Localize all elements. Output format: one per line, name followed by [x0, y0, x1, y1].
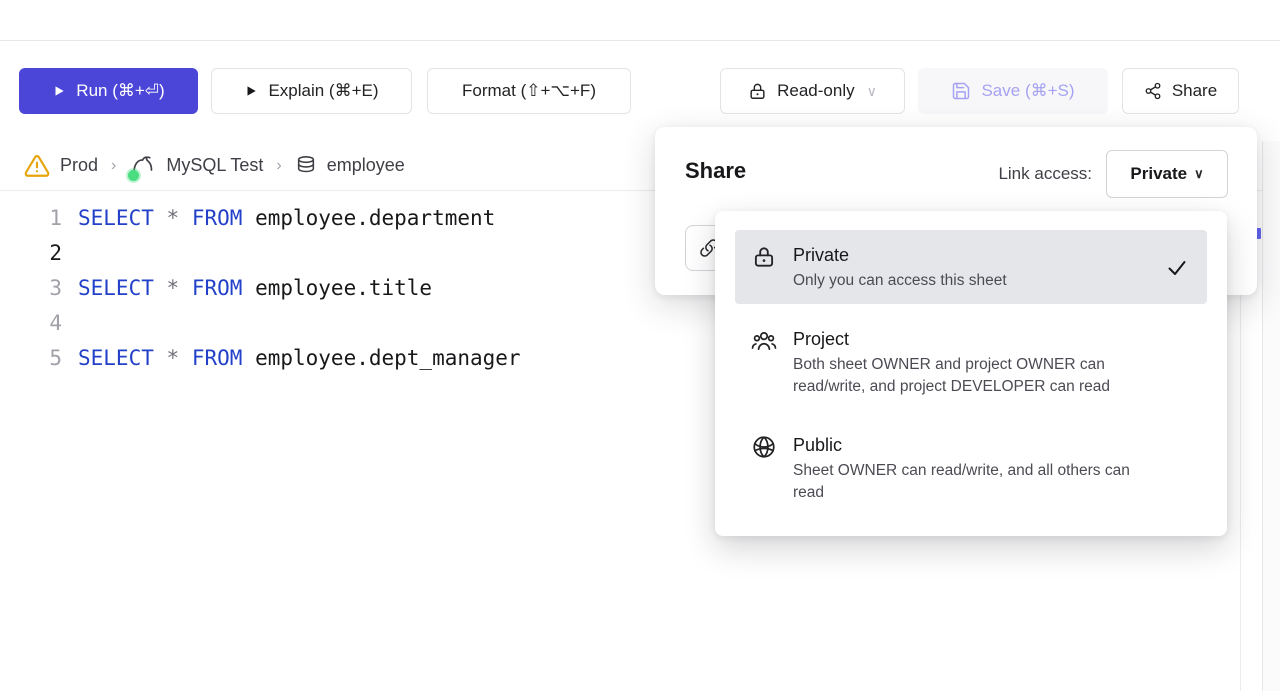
code-line: 3 SELECT * FROM employee.title: [20, 270, 640, 305]
chevron-down-icon: ∨: [867, 83, 877, 100]
user-group-icon: [751, 326, 777, 398]
database-label: employee: [327, 155, 405, 176]
sql-editor[interactable]: 1 SELECT * FROM employee.department 2 3 …: [20, 200, 640, 375]
format-button[interactable]: Format (⇧+⌥+F): [427, 68, 631, 114]
link-access-value: Private: [1130, 164, 1187, 184]
breadcrumb-database[interactable]: employee: [295, 155, 405, 177]
chevron-right-icon: ›: [111, 157, 116, 175]
sql-operator: *: [167, 206, 180, 230]
breadcrumb-instance[interactable]: MySQL Test: [129, 152, 263, 179]
line-number: 5: [20, 346, 62, 370]
instance-label: MySQL Test: [166, 155, 263, 176]
sql-identifier: employee.title: [255, 276, 432, 300]
sql-identifier: employee.department: [255, 206, 495, 230]
run-button[interactable]: Run (⌘+⏎): [19, 68, 198, 114]
link-access-dropdown[interactable]: Private ∨: [1106, 150, 1228, 198]
sql-operator: *: [167, 346, 180, 370]
sql-keyword: SELECT: [78, 346, 154, 370]
link-access-menu: Private Only you can access this sheet P…: [715, 211, 1227, 536]
chevron-down-icon: ∨: [1194, 166, 1204, 182]
format-button-label: Format (⇧+⌥+F): [462, 81, 596, 101]
run-button-label: Run (⌘+⏎): [76, 81, 164, 101]
lock-icon: [748, 82, 767, 101]
sql-keyword: FROM: [192, 346, 243, 370]
breadcrumb-environment[interactable]: Prod: [24, 153, 98, 179]
menu-option-text: Project Both sheet OWNER and project OWN…: [793, 326, 1155, 398]
menu-option-text: Public Sheet OWNER can read/write, and a…: [793, 432, 1155, 504]
sql-keyword: FROM: [192, 206, 243, 230]
menu-option-text: Private Only you can access this sheet: [793, 242, 1155, 292]
menu-option-title: Project: [793, 326, 1155, 352]
status-online-dot: [128, 170, 139, 181]
menu-option-project[interactable]: Project Both sheet OWNER and project OWN…: [735, 314, 1207, 410]
globe-icon: [751, 432, 777, 504]
explain-button[interactable]: Explain (⌘+E): [211, 68, 412, 114]
environment-label: Prod: [60, 155, 98, 176]
check-icon: [1165, 256, 1189, 285]
database-icon: [295, 155, 317, 177]
code-line: 5 SELECT * FROM employee.dept_manager: [20, 340, 640, 375]
menu-option-private[interactable]: Private Only you can access this sheet: [735, 230, 1207, 304]
line-number-active: 2: [20, 241, 62, 265]
code-line: 2: [20, 235, 640, 270]
line-number: 1: [20, 206, 62, 230]
sql-keyword: FROM: [192, 276, 243, 300]
code-line: 1 SELECT * FROM employee.department: [20, 200, 640, 235]
menu-option-description: Both sheet OWNER and project OWNER can r…: [793, 354, 1155, 398]
menu-option-description: Only you can access this sheet: [793, 270, 1155, 292]
save-button-label: Save (⌘+S): [981, 81, 1074, 101]
panel-divider: [1262, 141, 1263, 691]
share-dialog-title: Share: [685, 158, 746, 184]
menu-option-title: Private: [793, 242, 1155, 268]
readonly-mode-label: Read-only: [777, 81, 855, 101]
warning-triangle-icon: [24, 153, 50, 179]
mysql-dolphin-icon: [129, 152, 156, 179]
line-number: 4: [20, 311, 62, 335]
save-button[interactable]: Save (⌘+S): [918, 68, 1108, 114]
save-icon: [951, 81, 971, 101]
readonly-mode-dropdown[interactable]: Read-only ∨: [720, 68, 905, 114]
menu-option-public[interactable]: Public Sheet OWNER can read/write, and a…: [735, 420, 1207, 516]
code-text: SELECT * FROM employee.department: [78, 206, 495, 230]
lock-icon: [751, 242, 777, 292]
right-panel-background: [1263, 141, 1280, 691]
code-line: 4: [20, 305, 640, 340]
sql-operator: *: [167, 276, 180, 300]
menu-option-description: Sheet OWNER can read/write, and all othe…: [793, 460, 1155, 504]
link-access-label: Link access:: [998, 164, 1092, 184]
share-nodes-icon: [1144, 82, 1162, 100]
code-text: SELECT * FROM employee.title: [78, 276, 432, 300]
sql-keyword: SELECT: [78, 276, 154, 300]
code-text: SELECT * FROM employee.dept_manager: [78, 346, 521, 370]
explain-button-label: Explain (⌘+E): [268, 81, 378, 101]
line-number: 3: [20, 276, 62, 300]
sql-identifier: employee.dept_manager: [255, 346, 521, 370]
sql-keyword: SELECT: [78, 206, 154, 230]
play-icon: [244, 84, 258, 98]
menu-option-title: Public: [793, 432, 1155, 458]
chevron-right-icon: ›: [276, 157, 281, 175]
share-button-label: Share: [1172, 81, 1217, 101]
play-icon: [52, 84, 66, 98]
share-button[interactable]: Share: [1122, 68, 1239, 114]
top-divider-bar: [0, 0, 1280, 41]
